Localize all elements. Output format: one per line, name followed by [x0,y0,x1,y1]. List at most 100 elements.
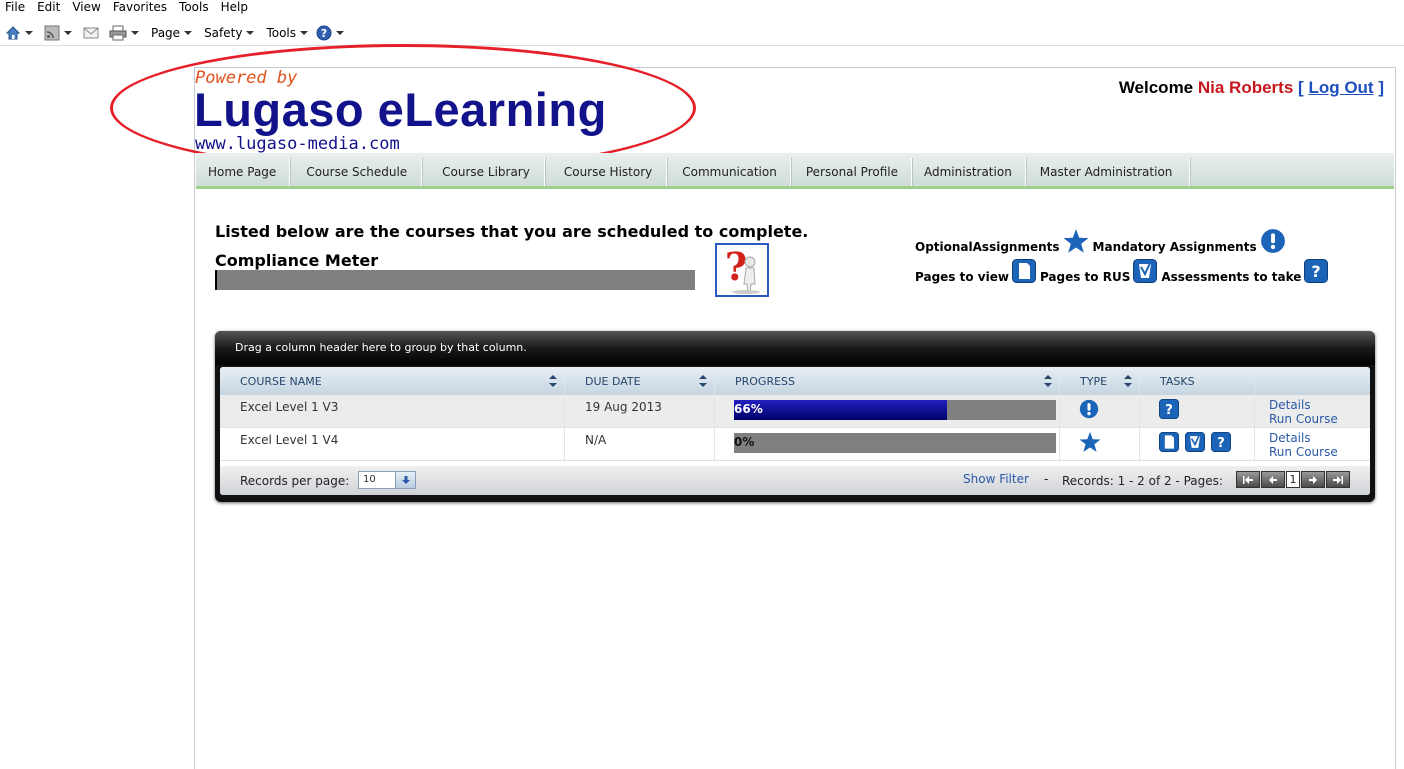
prev-page-button[interactable] [1261,471,1285,488]
nav-administration[interactable]: Administration [912,158,1026,186]
sort-icon[interactable] [698,375,708,387]
welcome-area: Welcome Nia Roberts [ Log Out ] [1119,78,1384,98]
arrow-down-icon[interactable] [395,472,415,488]
records-per-page-label: Records per page: [240,474,350,488]
progress-cell: 0% [715,428,1060,461]
first-page-button[interactable] [1236,471,1260,488]
nav-master-administration[interactable]: Master Administration [1026,158,1191,186]
menu-tools[interactable]: Tools [173,0,215,16]
star-icon [1079,431,1101,452]
welcome-label: Welcome [1118,78,1194,97]
mail-icon[interactable] [83,26,99,40]
nav-course-history[interactable]: Course History [545,158,668,186]
menu-help[interactable]: Help [215,0,254,16]
assessment-icon[interactable]: ? [1211,432,1231,452]
last-page-button[interactable] [1326,471,1350,488]
run-course-link[interactable]: Run Course [1269,445,1370,459]
safety-caret-icon [246,30,255,35]
bracket-open: [ [1298,78,1304,97]
group-by-panel[interactable]: Drag a column header here to group by th… [215,331,1375,365]
home-icon[interactable] [5,25,21,41]
page-caret-icon [184,30,193,35]
main-nav: Home Page Course Schedule Course Library… [196,153,1394,189]
menu-file[interactable]: File [0,0,31,16]
star-icon [1063,229,1088,253]
assessment-icon[interactable]: ? [1159,399,1179,419]
column-type[interactable]: TYPE [1060,367,1140,395]
sort-icon[interactable] [548,375,558,387]
home-dropdown-icon[interactable] [25,30,33,35]
exclamation-icon [1260,229,1285,253]
arrow-left-icon [1269,475,1277,484]
grid-footer: Records per page: 10 Show Filter - Recor… [220,466,1370,495]
compliance-meter-bar [215,270,695,290]
exclamation-icon [1079,399,1099,419]
course-name-cell: Excel Level 1 V3 [220,395,565,428]
safety-menu[interactable]: Safety [204,26,260,40]
column-course-name[interactable]: COURSE NAME [220,367,565,395]
bracket-close: ] [1378,78,1384,97]
nav-personal-profile[interactable]: Personal Profile [791,158,912,186]
column-due-date[interactable]: DUE DATE [565,367,715,395]
help-dropdown-icon[interactable] [336,30,345,35]
menu-favorites[interactable]: Favorites [107,0,173,16]
column-actions [1255,367,1370,395]
feeds-dropdown-icon[interactable] [64,30,72,35]
current-page[interactable]: 1 [1286,471,1300,488]
column-tasks[interactable]: TASKS [1140,367,1255,395]
details-link[interactable]: Details [1269,398,1370,412]
legend-pages-rus-label: Pages to RUS [1039,270,1131,284]
progress-cell: 66% [715,395,1060,428]
question-figure-icon: ? [725,246,760,294]
page-menu[interactable]: Page [151,26,198,40]
nav-course-library[interactable]: Course Library [422,158,545,186]
tasks-cell: ? [1140,428,1255,461]
show-filter-link[interactable]: Show Filter [963,472,1029,486]
help-question-button[interactable]: ? [715,243,769,297]
next-page-button[interactable] [1301,471,1325,488]
page-rus-icon [1133,259,1158,283]
page-rus-icon[interactable] [1185,432,1205,452]
tools-menu[interactable]: Tools [266,26,314,40]
feeds-icon[interactable] [44,25,60,41]
table-row[interactable]: Excel Level 1 V3 19 Aug 2013 66% ? Detai… [220,395,1370,428]
last-page-icon [1333,475,1343,484]
column-progress[interactable]: PROGRESS [715,367,1060,395]
sort-icon[interactable] [1043,375,1053,387]
nav-communication[interactable]: Communication [667,158,791,186]
brand-name: Lugaso eLearning [194,83,607,136]
courses-grid: Drag a column header here to group by th… [215,331,1375,502]
menu-edit[interactable]: Edit [31,0,66,16]
nav-course-schedule[interactable]: Course Schedule [290,158,423,186]
menu-view[interactable]: View [66,0,106,16]
logout-link[interactable]: Log Out [1308,78,1373,97]
legend-mandatory-label: Mandatory Assignments [1092,240,1257,254]
legend-pages-view-label: Pages to view [915,270,1009,284]
due-date-cell: N/A [565,428,715,461]
details-link[interactable]: Details [1269,431,1370,445]
run-course-link[interactable]: Run Course [1269,412,1370,426]
nav-home-page[interactable]: Home Page [196,158,291,186]
help-icon[interactable]: ? [316,25,332,41]
progress-label: 0% [734,435,755,449]
grid-body: COURSE NAME DUE DATE PROGRESS TYPE TASKS [220,367,1370,495]
legend-row-2: Pages to view Pages to RUS Assessments t… [915,258,1329,284]
course-name-cell: Excel Level 1 V4 [220,428,565,461]
page-view-icon[interactable] [1159,432,1179,452]
print-dropdown-icon[interactable] [131,30,139,35]
print-icon[interactable] [109,25,127,41]
progress-bar: 0% [734,433,1056,453]
records-per-page-select[interactable]: 10 [358,471,416,489]
brand-url: www.lugaso-media.com [195,134,400,154]
user-name: Nia Roberts [1197,78,1294,97]
assessment-icon: ? [1304,259,1329,283]
sort-icon[interactable] [1123,375,1133,387]
records-summary: Records: 1 - 2 of 2 - Pages: [1062,474,1223,488]
separator-dash: - [1044,472,1049,486]
table-row[interactable]: Excel Level 1 V4 N/A 0% ? Details Run Co… [220,428,1370,461]
type-cell [1060,395,1140,428]
legend-assessments-label: Assessments to take [1161,270,1302,284]
compliance-meter-label: Compliance Meter [215,251,379,270]
svg-text:?: ? [1312,262,1321,281]
type-cell [1060,428,1140,461]
